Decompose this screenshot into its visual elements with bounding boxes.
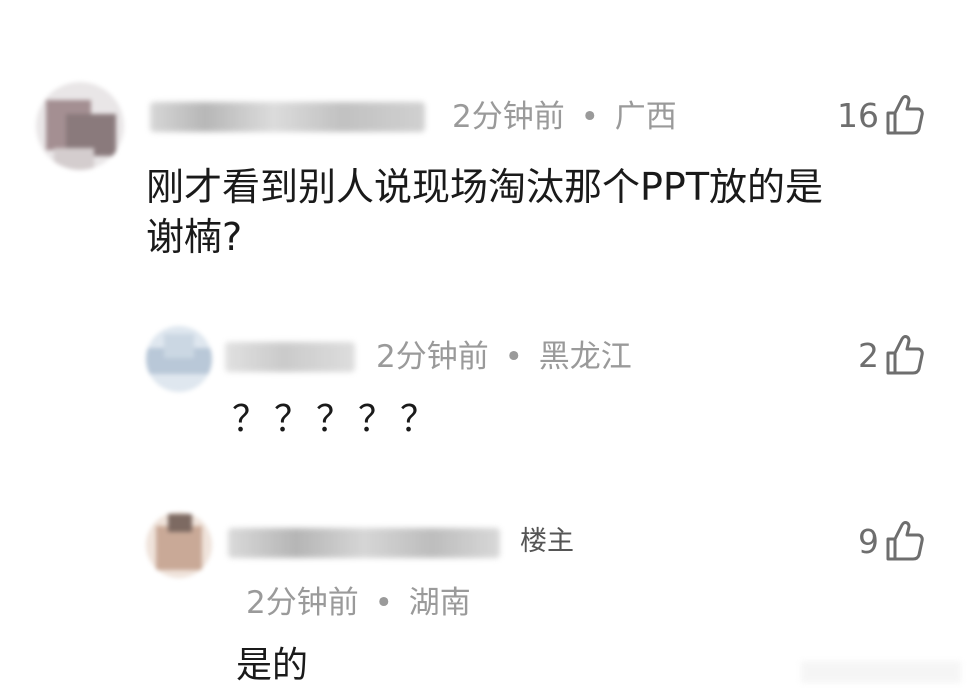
username-blurred[interactable] [150,102,425,132]
reply-item[interactable]: 2分钟前 • 黑龙江 2 ？？？？？ [0,300,969,480]
comment-time: 2分钟前 [376,339,489,375]
comment-text-line: 谢楠? [146,215,243,260]
like-button[interactable]: 16 [837,94,925,136]
thumbs-up-icon [886,335,924,375]
comment-location: 广西 [614,99,677,135]
comment-meta: 2分钟前 • 黑龙江 [376,342,632,373]
comment-meta: 2分钟前 • 广西 [452,102,677,133]
watermark-blurred [801,661,961,683]
avatar[interactable] [146,326,212,392]
comment-location: 黑龙江 [538,339,632,375]
op-badge: 楼主 [520,526,574,557]
comment-time: 2分钟前 [246,585,359,621]
thumbs-up-icon [886,95,924,135]
meta-separator: • [580,99,599,135]
username-blurred[interactable] [225,342,355,372]
like-count: 9 [858,521,879,561]
like-button[interactable]: 9 [858,520,925,562]
thumbs-up-icon [886,521,924,561]
meta-separator: • [504,339,523,375]
comment-text: 是的 [236,645,309,686]
comment-meta: 2分钟前 • 湖南 [246,588,471,619]
avatar[interactable] [36,82,124,170]
comment-text: ？？？？？ [232,399,443,440]
like-button[interactable]: 2 [858,334,925,376]
like-count: 16 [837,95,879,135]
comment-time: 2分钟前 [452,99,565,135]
username-blurred[interactable] [228,528,500,558]
comment-location: 湖南 [408,585,471,621]
avatar[interactable] [146,512,212,578]
meta-separator: • [374,585,393,621]
comment-item[interactable]: 2分钟前 • 广西 16 刚才看到别人说现场淘汰那个PPT放的是 谢楠? [0,0,969,290]
comment-text-line: 刚才看到别人说现场淘汰那个PPT放的是 [146,165,824,209]
like-count: 2 [858,335,879,375]
comment-text: 刚才看到别人说现场淘汰那个PPT放的是 谢楠? [146,162,823,262]
